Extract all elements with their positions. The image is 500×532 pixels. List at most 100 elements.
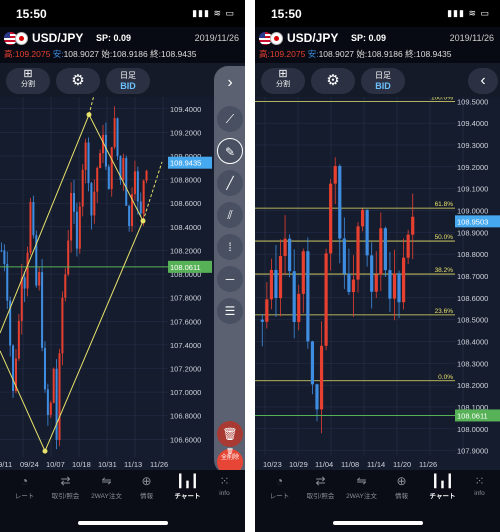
split-button[interactable]: ⊞ 分割 [261,68,305,94]
date-tick-label: 11/13 [124,460,142,469]
trash-icon[interactable]: 🗑 [217,421,243,447]
candle-body [81,169,84,207]
close-tools-button[interactable]: › [217,70,243,96]
ohlc-row: 高:109.2075 安:108.9027 始:108.9186 終:108.9… [259,49,452,59]
price-tick-label: 107.8000 [170,294,201,303]
settings-button[interactable]: ⚙ [311,68,355,94]
fibonacci-icon[interactable]: ☰ [217,298,243,324]
candle-body [87,142,90,184]
date-tick-label: 11/26 [150,460,168,469]
candle-body [49,402,52,415]
spread: SP: 0.09 [351,33,387,43]
candle-body [333,165,337,184]
fibonacci-level-label: 23.6% [435,308,454,315]
signal-icons: ▮▮▮ ≋ ▭ [192,8,235,18]
candle-body [113,118,116,148]
price-tick-label: 109.3000 [457,141,488,150]
candle-body [32,202,35,236]
candle-body [392,273,397,299]
candle-body [383,228,387,271]
currency-pair[interactable]: USD/JPY [287,31,338,45]
info-grid-icon: ⁙ [474,474,485,488]
date-tick-label: 09/24 [20,460,39,469]
candle-body [397,273,401,303]
price-tick-label: 108.4000 [457,337,488,346]
candle-body [6,264,9,301]
pencil-icon[interactable]: ✎ [217,138,243,164]
line-price-label: 108.0611 [170,263,201,272]
channel-icon[interactable]: ⫽ [217,202,243,228]
price-tick-label: 108.3000 [457,359,488,368]
vertical-line-icon[interactable]: ⁞ [217,234,243,260]
horizontal-line-icon[interactable]: ─ [217,266,243,292]
candle-body [324,253,328,346]
settings-button[interactable]: ⚙ [56,68,100,94]
candle-body [338,165,342,239]
price-tick-label: 109.1000 [457,185,488,194]
candle-body [90,183,93,216]
candle-body [17,320,20,359]
candle-body [128,205,131,226]
price-tick-label: 108.2000 [170,246,201,255]
candle-body [315,384,319,410]
timeframe-button[interactable]: 日足 BID [106,68,150,94]
candle-body [374,274,378,292]
quote-date: 2019/11/26 [449,33,494,43]
ohlc-row: 高:109.2075 安:108.9027 始:108.9186 終:108.9… [4,49,197,59]
home-indicator [78,521,168,525]
grid-icon: ⊞ [278,68,288,80]
date-tick-label: 11/14 [367,460,385,469]
fibonacci-level-label: 50.0% [435,234,454,241]
candle-body [38,272,41,286]
date-tick-label: 10/23 [263,460,282,469]
price-tick-label: 108.2000 [457,381,488,390]
candle-body [297,293,301,323]
price-tick-label: 109.2000 [457,163,488,172]
line-icon[interactable]: ╱ [217,170,243,196]
quote-header: USD/JPY SP: 0.09 2019/11/26 高:109.2075 安… [0,27,245,63]
candle-body [319,345,324,410]
candle-body [99,153,102,169]
candle-body [388,270,392,299]
candle-body [301,251,305,294]
fibonacci-level-label: 38.2% [435,267,454,274]
candle-body [329,183,333,254]
candle-body [55,368,58,440]
split-button[interactable]: ⊞ 分割 [6,68,50,94]
trend-line-icon[interactable]: ⟋ [217,106,243,132]
candle-body [145,170,148,181]
candle-body [351,279,356,293]
candle-body [93,191,96,216]
currency-pair[interactable]: USD/JPY [32,31,83,45]
candle-body [75,211,78,249]
candle-body [265,299,269,322]
candle-body [116,118,119,157]
candle-body [41,272,44,348]
candle-body [110,147,113,190]
candle-body [406,234,410,258]
candle-body [58,353,61,440]
candle-body [274,269,278,299]
tab-info[interactable]: ⁙ info [200,474,245,497]
candlestick-chart-left[interactable]: 109.4000109.2000109.0000108.8000108.6000… [0,97,245,470]
candle-body [292,271,296,323]
price-tick-label: 109.0000 [457,207,488,216]
candle-body [72,193,76,212]
price-tick-label: 108.6000 [457,294,488,303]
chart-toolbar: ⊞ 分割 ⚙ 日足 BID [0,63,245,97]
candlestick-chart-right[interactable]: 109.5000 109.4000 109.3000 109.2000 109.1000… [255,97,500,470]
chart-toolbar: ⊞ 分割 ⚙ 日足 BID ‹ [255,63,500,97]
timeframe-button[interactable]: 日足 BID [361,68,405,94]
bottom-tab-bar: ◔ レート ⇄ 取引/照会 ⇋ 2WAY注文 ⊕ 情報 ┃╻┃ チャート ⁙ info [255,470,500,532]
date-tick-label: 10/29 [289,460,308,469]
jp-flag-icon [270,32,283,45]
date-tick-label: 10/18 [72,460,91,469]
status-time: 15:50 [271,7,302,21]
date-tick-label: 10/07 [46,460,65,469]
candle-body [64,274,67,298]
price-tick-label: 108.8000 [170,176,201,185]
candle-body [136,171,139,202]
tab-info[interactable]: ⁙ info [455,474,500,497]
back-button[interactable]: ‹ [468,68,498,94]
candle-body [78,206,81,249]
